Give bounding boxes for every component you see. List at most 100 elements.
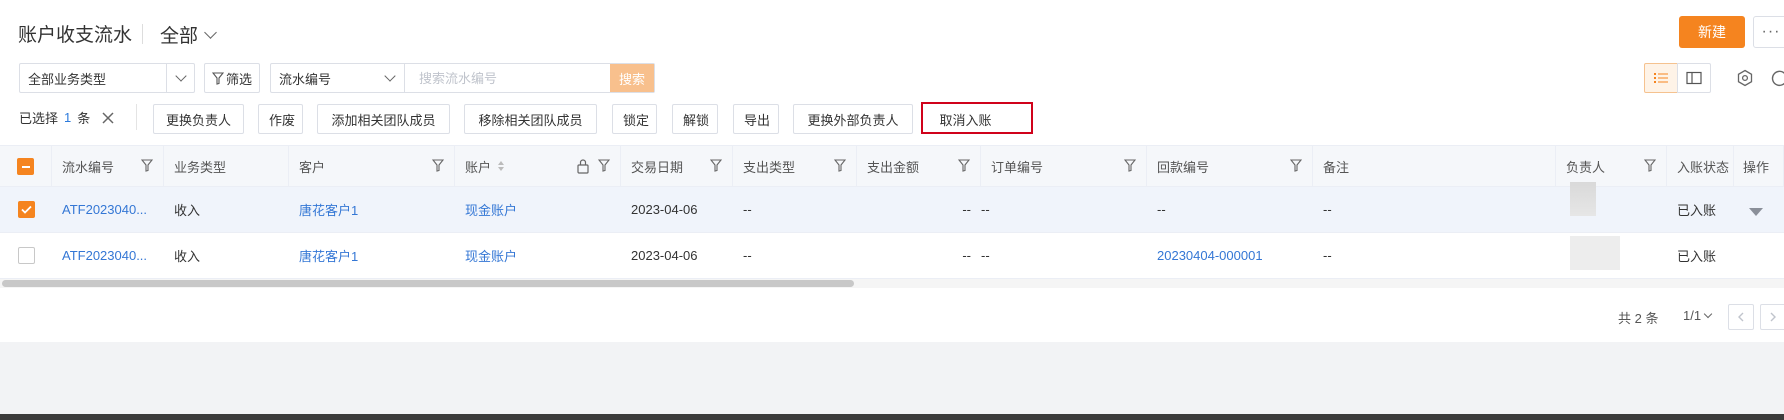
settings-button[interactable] [1733,66,1757,90]
cell-customer[interactable]: 唐花客户1 [289,233,455,278]
list-view-toggle[interactable] [1644,63,1678,93]
funnel-icon[interactable] [710,159,722,172]
col-header-order-no[interactable]: 订单编号 [981,146,1147,186]
funnel-icon[interactable] [1644,159,1656,172]
remove-team-member-button[interactable]: 移除相关团队成员 [464,104,597,134]
funnel-icon[interactable] [141,159,153,172]
sort-icon[interactable] [497,160,505,172]
funnel-icon[interactable] [1290,159,1302,172]
clear-selection-icon[interactable] [100,110,116,126]
search-button[interactable]: 搜索 [610,64,654,92]
chevron-down-icon [384,69,396,82]
cell-remark: -- [1323,202,1332,217]
page-label: 1/1 [1683,308,1702,323]
cell-order-no: -- [981,202,990,217]
col-header-expense-amount[interactable]: 支出金额 [857,146,981,186]
col-header-account[interactable]: 账户 [455,146,621,186]
cell-account[interactable]: 现金账户 [455,187,621,232]
business-type-arrow [166,64,194,92]
export-button[interactable]: 导出 [733,104,779,134]
col-header-remark: 备注 [1313,146,1556,186]
table-row[interactable]: ATF2023040... 收入 唐花客户1 现金账户 2023-04-06 -… [0,233,1784,279]
cell-payment-no: -- [1157,202,1166,217]
select-all-checkbox[interactable] [17,157,34,175]
highlight-box [921,102,1033,134]
gear-icon [1737,69,1753,87]
lock-icon[interactable] [576,158,590,174]
col-serial-label: 流水编号 [62,159,115,175]
search-field-label: 流水编号 [279,71,332,87]
scrollbar-thumb[interactable] [2,280,854,287]
new-button[interactable]: 新建 [1679,16,1745,48]
next-page-button[interactable] [1760,304,1784,330]
cell-payment-no[interactable]: 20230404-000001 [1147,233,1313,278]
cell-status: 已入账 [1677,249,1717,264]
funnel-icon[interactable] [1124,159,1136,172]
search-field-select[interactable]: 流水编号 [271,64,405,92]
table-header: 流水编号 业务类型 客户 账户 交易日期 支出类型 支出金额 订单编号 回款编号… [0,145,1784,187]
col-expense-amount-label: 支出金额 [867,159,920,175]
selection-summary: 已选择 1 条 [19,108,90,127]
cell-order-no: -- [981,248,990,263]
funnel-icon[interactable] [834,159,846,172]
funnel-icon [211,71,224,85]
prev-page-button[interactable] [1728,304,1754,330]
selection-prefix: 已选择 [19,111,59,126]
chevron-right-icon [1770,312,1776,322]
col-header-customer[interactable]: 客户 [289,146,455,186]
col-biz-type-label: 业务类型 [174,159,227,175]
more-button[interactable]: ··· [1753,16,1784,48]
col-account-label: 账户 [465,159,492,175]
cell-customer[interactable]: 唐花客户1 [289,187,455,232]
selection-count: 1 [64,110,72,125]
cell-date: 2023-04-06 [631,248,698,263]
search-input[interactable] [405,64,610,92]
col-date-label: 交易日期 [631,159,684,175]
title-divider [142,24,143,44]
cell-serial[interactable]: ATF2023040... [52,233,164,278]
filter-button[interactable]: 筛选 [204,63,260,93]
cell-account[interactable]: 现金账户 [455,233,621,278]
change-owner-button[interactable]: 更换负责人 [153,104,244,134]
split-view-toggle[interactable] [1677,63,1711,93]
scope-dropdown[interactable]: 全部 [160,21,217,48]
business-type-select[interactable]: 全部业务类型 [19,63,195,93]
col-customer-label: 客户 [299,159,326,175]
col-header-status: 入账状态 [1667,146,1734,186]
col-status-label: 入账状态 [1677,159,1730,175]
cell-expense-type: -- [743,248,752,263]
cell-serial[interactable]: ATF2023040... [52,187,164,232]
col-header-owner[interactable]: 负责人 [1556,146,1667,186]
chevron-down-icon [204,25,217,39]
col-expense-type-label: 支出类型 [743,159,796,175]
cell-date: 2023-04-06 [631,202,698,217]
col-header-payment-no[interactable]: 回款编号 [1147,146,1313,186]
cell-expense-type: -- [743,202,752,217]
row-checkbox[interactable] [18,201,35,218]
change-external-owner-button[interactable]: 更换外部负责人 [793,104,913,134]
avatar [1570,236,1620,270]
funnel-icon[interactable] [598,159,610,172]
col-header-biz-type: 业务类型 [164,146,289,186]
table-row[interactable]: ATF2023040... 收入 唐花客户1 现金账户 2023-04-06 -… [0,182,1784,233]
add-team-member-button[interactable]: 添加相关团队成员 [317,104,450,134]
total-count: 共 2 条 [1618,311,1659,326]
cell-expense-amount: -- [962,248,971,263]
row-checkbox[interactable] [18,247,35,264]
scope-label: 全部 [160,26,199,47]
list-icon [1654,73,1668,83]
col-header-expense-type[interactable]: 支出类型 [733,146,857,186]
refresh-button[interactable] [1770,66,1784,90]
chevron-down-icon [1703,309,1713,318]
chevron-down-icon [174,69,187,82]
funnel-icon[interactable] [432,159,444,172]
col-header-date[interactable]: 交易日期 [621,146,733,186]
chevron-down-icon[interactable] [1749,208,1763,216]
action-divider [136,104,137,130]
funnel-icon[interactable] [958,159,970,172]
page-indicator[interactable]: 1/1 [1683,308,1713,323]
col-header-serial[interactable]: 流水编号 [52,146,164,186]
unlock-button[interactable]: 解锁 [672,104,718,134]
void-button[interactable]: 作废 [258,104,303,134]
lock-button[interactable]: 锁定 [612,104,657,134]
